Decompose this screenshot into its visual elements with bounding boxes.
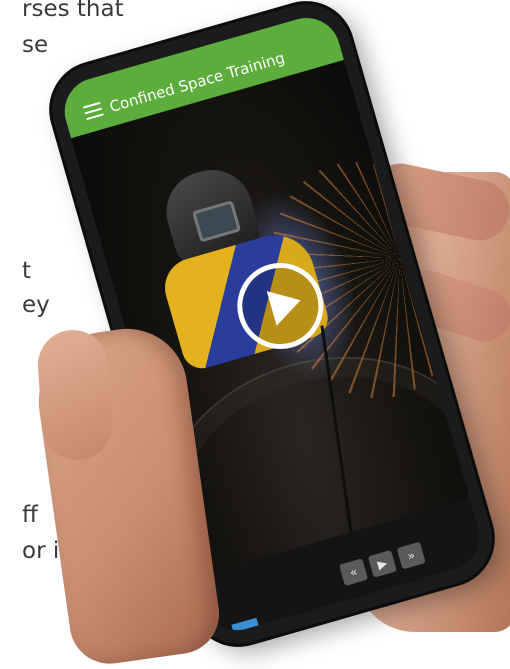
left-thumb [35, 327, 115, 463]
fast-forward-button[interactable]: » [396, 541, 426, 570]
hamburger-menu-icon[interactable] [82, 101, 104, 121]
progress-indicator [231, 617, 259, 633]
background-text-5: ff [22, 502, 38, 528]
app-title: Confined Space Training [107, 48, 287, 116]
background-text-3: t [22, 258, 32, 284]
background-text-1: rses that [22, 0, 124, 22]
background-text-2: se [22, 32, 49, 58]
background-text-4: ey [22, 292, 50, 318]
app-header: Confined Space Training [56, 9, 345, 139]
rewind-button[interactable]: « [338, 558, 369, 587]
helmet-visor [191, 200, 242, 243]
control-play-button[interactable]: ▶ [367, 549, 397, 578]
